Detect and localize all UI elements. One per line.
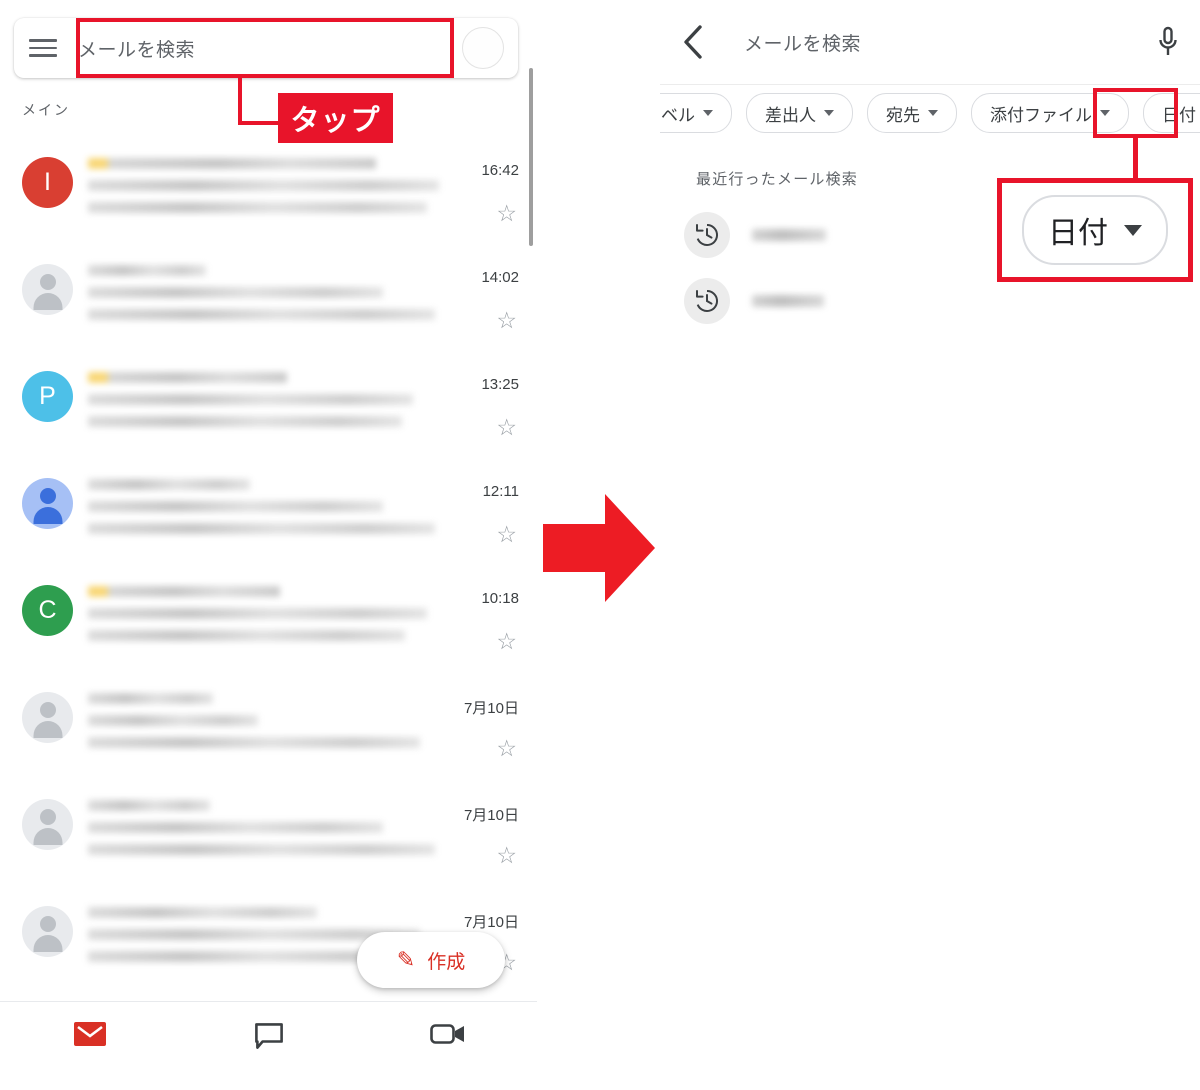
gmail-search-screen: メールを検索 ベル 差出人 宛先 添付ファイル 日付 最近行ったメール検索 xyxy=(660,0,1200,1090)
mail-preview-text xyxy=(88,479,457,545)
nav-meet[interactable] xyxy=(358,1002,537,1046)
history-icon xyxy=(684,212,730,258)
mail-preview-text xyxy=(88,372,457,438)
avatar xyxy=(22,264,73,315)
table-row[interactable]: 14:02 ☆ xyxy=(0,247,537,354)
mail-icon xyxy=(73,1022,106,1046)
table-row[interactable]: I 16:42 ☆ xyxy=(0,140,537,247)
star-icon[interactable]: ☆ xyxy=(496,844,517,867)
mail-timestamp: 12:11 xyxy=(482,483,519,500)
avatar xyxy=(22,692,73,743)
mail-timestamp: 16:42 xyxy=(481,162,519,179)
bottom-navigation xyxy=(0,1001,537,1090)
table-row[interactable]: C 10:18 ☆ xyxy=(0,568,537,675)
table-row[interactable]: 7月10日 ☆ xyxy=(0,675,537,782)
mail-preview-text xyxy=(88,586,457,652)
nav-chat[interactable] xyxy=(179,1002,358,1050)
list-item[interactable] xyxy=(684,212,826,258)
screenshot-stage: メールを検索 メイン I 16:42 ☆ 14:02 ☆ P 13:25 ☆ 1… xyxy=(0,0,1200,1090)
star-icon[interactable]: ☆ xyxy=(496,630,517,653)
mail-timestamp: 7月10日 xyxy=(463,700,519,717)
avatar xyxy=(22,906,73,957)
compose-button[interactable]: ✎ 作成 xyxy=(357,932,505,988)
chat-bubble-icon xyxy=(254,1023,283,1049)
avatar: I xyxy=(22,157,73,208)
search-bar: メールを検索 xyxy=(660,0,1200,85)
star-icon[interactable]: ☆ xyxy=(496,416,517,439)
star-icon[interactable]: ☆ xyxy=(496,202,517,225)
account-avatar[interactable] xyxy=(462,27,504,69)
mail-timestamp: 7月10日 xyxy=(463,807,519,824)
tap-annotation-badge: タップ xyxy=(278,93,393,143)
search-bar[interactable]: メールを検索 xyxy=(14,18,518,78)
mail-preview-text xyxy=(88,800,457,866)
chip-label: ベル xyxy=(661,105,695,125)
mail-timestamp: 10:18 xyxy=(481,590,519,607)
filter-chip-label[interactable]: ベル xyxy=(660,93,732,133)
gmail-inbox-screen: メールを検索 メイン I 16:42 ☆ 14:02 ☆ P 13:25 ☆ 1… xyxy=(0,0,537,1090)
back-chevron-icon[interactable] xyxy=(660,0,726,84)
avatar: C xyxy=(22,585,73,636)
date-chip-zoomed[interactable]: 日付 xyxy=(1022,195,1168,265)
pencil-icon: ✎ xyxy=(396,947,416,972)
table-row[interactable]: 7月10日 ☆ xyxy=(0,782,537,889)
chevron-down-icon xyxy=(703,110,713,116)
avatar xyxy=(22,799,73,850)
chevron-down-icon xyxy=(824,110,834,116)
chip-label: 宛先 xyxy=(886,105,920,125)
avatar xyxy=(22,478,73,529)
search-input[interactable]: メールを検索 xyxy=(726,29,1136,56)
chevron-down-icon xyxy=(1124,224,1142,236)
callout-connector-vertical xyxy=(238,78,242,125)
search-input[interactable]: メールを検索 xyxy=(72,35,462,62)
star-icon[interactable]: ☆ xyxy=(496,523,517,546)
mail-timestamp: 7月10日 xyxy=(463,914,519,931)
chip-label: 添付ファイル xyxy=(990,105,1092,125)
nav-mail[interactable] xyxy=(0,1002,179,1046)
mail-preview-text xyxy=(88,158,457,224)
chevron-down-icon xyxy=(928,110,938,116)
date-chip-callout: 日付 xyxy=(997,178,1193,282)
star-icon[interactable]: ☆ xyxy=(496,309,517,332)
recent-query-text xyxy=(752,295,824,307)
date-chip-highlight xyxy=(1093,88,1178,138)
avatar: P xyxy=(22,371,73,422)
chip-label: 差出人 xyxy=(765,105,816,125)
hamburger-menu-icon[interactable] xyxy=(14,18,72,78)
filter-chip-from[interactable]: 差出人 xyxy=(746,93,853,133)
chip-label: 日付 xyxy=(1048,217,1108,250)
filter-chip-to[interactable]: 宛先 xyxy=(867,93,957,133)
mail-preview-text xyxy=(88,693,457,759)
right-arrow-icon xyxy=(543,494,655,602)
inbox-section-label: メイン xyxy=(22,102,70,118)
list-item[interactable] xyxy=(684,278,824,324)
recent-query-text xyxy=(752,229,826,241)
mail-list: I 16:42 ☆ 14:02 ☆ P 13:25 ☆ 12:11 ☆ C 10… xyxy=(0,140,537,996)
compose-label: 作成 xyxy=(427,951,466,973)
microphone-icon[interactable] xyxy=(1136,0,1200,84)
table-row[interactable]: 12:11 ☆ xyxy=(0,461,537,568)
history-icon xyxy=(684,278,730,324)
mail-preview-text xyxy=(88,265,457,331)
star-icon[interactable]: ☆ xyxy=(496,737,517,760)
mail-timestamp: 14:02 xyxy=(481,269,519,286)
mail-timestamp: 13:25 xyxy=(481,376,519,393)
recent-searches-title: 最近行ったメール検索 xyxy=(696,171,859,188)
video-camera-icon xyxy=(429,1024,464,1044)
table-row[interactable]: P 13:25 ☆ xyxy=(0,354,537,461)
